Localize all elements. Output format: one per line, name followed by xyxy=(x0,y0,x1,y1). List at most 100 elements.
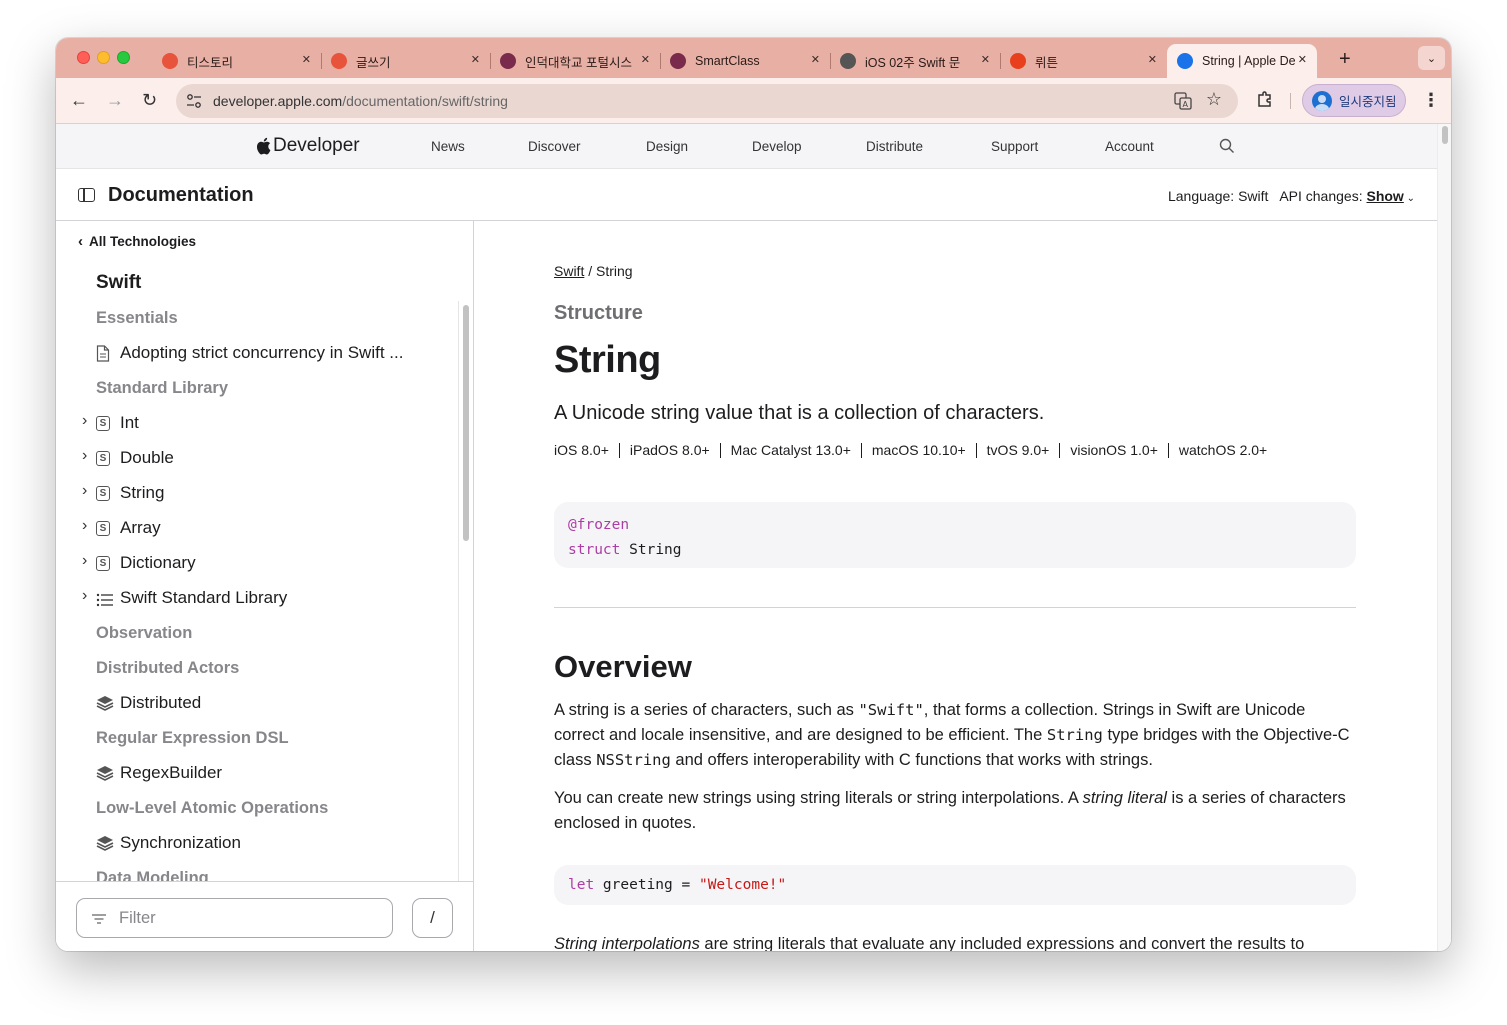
developer-logo[interactable]: Developer xyxy=(256,135,360,157)
close-tab-icon[interactable]: ✕ xyxy=(1148,53,1157,66)
nav-develop[interactable]: Develop xyxy=(752,139,802,154)
nav-account[interactable]: Account xyxy=(1105,139,1154,154)
platform-availability: watchOS 2.0+ xyxy=(1167,443,1277,458)
platform-availability: iOS 8.0+ xyxy=(554,442,609,458)
overview-heading: Overview xyxy=(554,649,692,684)
sidebar-item[interactable]: RegexBuilder xyxy=(56,756,456,791)
breadcrumb-swift-link[interactable]: Swift xyxy=(554,263,584,279)
close-window-button[interactable] xyxy=(77,51,90,64)
all-technologies-link[interactable]: ‹ All Technologies xyxy=(78,233,196,250)
sidebar-item[interactable]: › S String xyxy=(56,476,456,511)
profile-button[interactable]: 일시중지됨 xyxy=(1302,84,1406,117)
reload-icon[interactable]: ↻ xyxy=(142,90,157,111)
sidebar-item[interactable]: › S Dictionary xyxy=(56,546,456,581)
browser-tab[interactable]: 티스토리 ✕ xyxy=(152,44,322,78)
url-text[interactable]: developer.apple.com/documentation/swift/… xyxy=(213,93,508,109)
translate-icon[interactable]: A xyxy=(1174,92,1192,110)
nav-discover[interactable]: Discover xyxy=(528,139,581,154)
platform-availability: visionOS 1.0+ xyxy=(1059,443,1168,458)
developer-logo-text: Developer xyxy=(273,135,360,156)
sidebar-item-label: RegexBuilder xyxy=(120,763,223,782)
sidebar-item[interactable]: Distributed xyxy=(56,686,456,721)
browser-tab[interactable]: 글쓰기 ✕ xyxy=(321,44,491,78)
chevron-right-icon[interactable]: › xyxy=(82,552,87,570)
api-changes-label: API changes: xyxy=(1279,188,1363,204)
sidebar-item[interactable]: › S Array xyxy=(56,511,456,546)
navigator-sidebar: ‹ All Technologies Swift Essentials Adopti… xyxy=(56,221,474,951)
chevron-right-icon[interactable]: › xyxy=(82,447,87,465)
browser-tab[interactable]: SmartClass ✕ xyxy=(660,44,831,78)
chevron-right-icon[interactable]: › xyxy=(82,517,87,535)
zoom-window-button[interactable] xyxy=(117,51,130,64)
sidebar-group-heading[interactable]: Regular Expression DSL xyxy=(56,721,456,756)
sidebar-scroll-thumb[interactable] xyxy=(463,305,469,541)
chevron-right-icon[interactable]: › xyxy=(82,482,87,500)
extensions-puzzle-icon[interactable] xyxy=(1256,90,1274,108)
sidebar-item[interactable]: › Swift Standard Library xyxy=(56,581,456,616)
nav-design[interactable]: Design xyxy=(646,139,688,154)
minimize-window-button[interactable] xyxy=(97,51,110,64)
close-tab-icon[interactable]: ✕ xyxy=(641,53,650,66)
site-info-icon[interactable] xyxy=(186,93,202,109)
tab-title: 뤼튼 xyxy=(1035,55,1059,70)
structure-icon: S xyxy=(96,521,110,536)
bookmark-star-icon[interactable]: ☆ xyxy=(1206,89,1222,110)
documentation-title[interactable]: Documentation xyxy=(108,184,254,207)
filter-area: Filter / xyxy=(56,881,473,951)
nav-news[interactable]: News xyxy=(431,139,465,154)
chevron-right-icon[interactable]: › xyxy=(82,587,87,605)
filter-icon xyxy=(92,914,106,924)
sidebar-item-label: String xyxy=(120,483,165,502)
language-value[interactable]: Swift xyxy=(1238,188,1268,204)
code-text: greeting = xyxy=(594,877,699,893)
platform-availability: tvOS 9.0+ xyxy=(975,443,1060,458)
tab-search-button[interactable]: ⌄ xyxy=(1418,46,1445,70)
p1-text-a: A string is a series of characters, such… xyxy=(554,701,859,719)
close-tab-icon[interactable]: ✕ xyxy=(981,53,990,66)
page-scroll-thumb[interactable] xyxy=(1442,126,1448,144)
sidebar-item[interactable]: Adopting strict concurrency in Swift ... xyxy=(56,336,456,371)
sidebar-group-heading[interactable]: Distributed Actors xyxy=(56,651,456,686)
filter-shortcut-button[interactable]: / xyxy=(412,898,453,938)
svg-text:A: A xyxy=(1183,100,1189,109)
close-tab-icon[interactable]: ✕ xyxy=(471,53,480,66)
sidebar-group-heading[interactable]: Low-Level Atomic Operations xyxy=(56,791,456,826)
sidebar-item[interactable]: › S Double xyxy=(56,441,456,476)
browser-tab[interactable]: 뤼튼 ✕ xyxy=(1000,44,1167,78)
web-page: Developer News Discover Design Develop D… xyxy=(56,124,1451,951)
forward-arrow-icon[interactable]: → xyxy=(106,90,124,111)
abstract: A Unicode string value that is a collect… xyxy=(554,402,1045,424)
back-arrow-icon[interactable]: ← xyxy=(70,90,88,111)
sidebar-toggle-icon[interactable] xyxy=(78,188,95,202)
p3-text-a: are string literals that evaluate any in… xyxy=(699,935,1305,951)
search-icon[interactable] xyxy=(1219,138,1235,154)
sidebar-title[interactable]: Swift xyxy=(96,272,141,294)
browser-tab[interactable]: 인덕대학교 포털시스 ✕ xyxy=(490,44,661,78)
browser-menu-icon[interactable]: ⋮ xyxy=(1422,90,1440,111)
sidebar-group-heading[interactable]: Standard Library xyxy=(56,371,456,406)
globe-icon xyxy=(840,53,856,69)
avatar-icon xyxy=(1312,90,1332,111)
apple-dev-icon xyxy=(1177,53,1193,69)
sidebar-group-heading[interactable]: Observation xyxy=(56,616,456,651)
sidebar-group-heading[interactable]: Essentials xyxy=(56,301,456,336)
close-tab-icon[interactable]: ✕ xyxy=(302,53,311,66)
new-tab-button[interactable]: + xyxy=(1339,48,1351,71)
sidebar-item[interactable]: Synchronization xyxy=(56,826,456,861)
chevron-right-icon[interactable]: › xyxy=(82,412,87,430)
nav-support[interactable]: Support xyxy=(991,139,1038,154)
browser-tab[interactable]: String | Apple De ✕ xyxy=(1167,44,1317,78)
api-changes-toggle[interactable]: Show xyxy=(1366,188,1403,204)
nav-distribute[interactable]: Distribute xyxy=(866,139,923,154)
filter-input[interactable]: Filter xyxy=(76,898,393,938)
tab-title: 티스토리 xyxy=(187,55,234,70)
sidebar-item[interactable]: › S Int xyxy=(56,406,456,441)
sidebar-scrollbar[interactable] xyxy=(458,301,472,881)
language-label: Language: xyxy=(1167,188,1235,204)
page-scrollbar[interactable] xyxy=(1437,124,1451,951)
close-tab-icon[interactable]: ✕ xyxy=(811,53,820,66)
declaration-keyword: struct xyxy=(568,542,621,558)
close-tab-icon[interactable]: ✕ xyxy=(1298,53,1307,66)
address-bar[interactable]: developer.apple.com/documentation/swift/… xyxy=(176,84,1238,118)
browser-tab[interactable]: iOS 02주 Swift 문 ✕ xyxy=(830,44,1001,78)
